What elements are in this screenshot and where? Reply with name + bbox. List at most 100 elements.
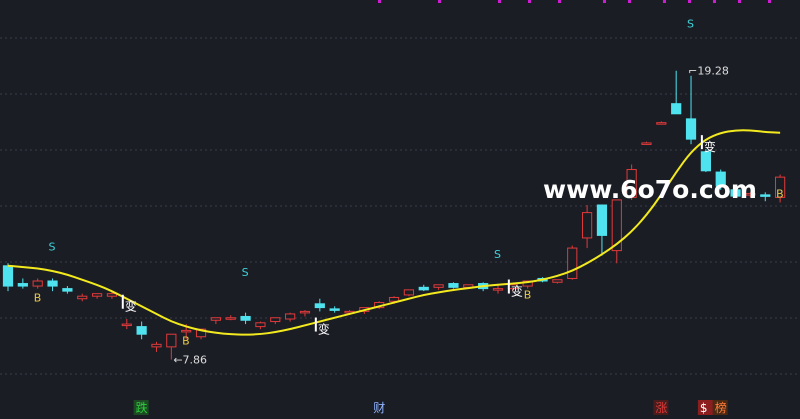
sell-signal: S [494,248,501,261]
candle [47,278,58,292]
candle [299,310,311,317]
candle-body [418,286,429,291]
buy-signal: B [524,289,532,302]
candle [17,278,28,289]
sell-signal: S [687,18,694,31]
candle [225,315,236,321]
top-tick [498,0,501,3]
candle [151,341,162,352]
bottom-marker-label: 榜 [715,400,727,415]
candle [285,312,296,322]
top-tick [738,0,741,3]
candle-body [240,315,251,321]
top-tick [558,0,561,3]
top-tick [528,0,531,3]
change-marker-label: 变 [511,284,523,299]
candle-body [47,280,58,287]
bottom-marker: 涨 [653,400,669,415]
candle-body [567,247,578,279]
bottom-marker: 财 [373,401,385,415]
candle [656,121,667,125]
candle-body [225,317,236,320]
candle-body [166,333,177,348]
candle [611,199,622,264]
bottom-marker: 榜 [712,400,728,415]
candle [240,312,251,325]
sell-signal: S [49,241,56,254]
candle [136,321,147,340]
candle [685,75,697,145]
candle [62,286,73,294]
buy-signal: B [182,334,190,347]
candle-body [62,288,73,292]
gridlines [0,37,800,375]
candle-body [492,288,504,291]
top-tick [688,0,691,3]
candle-body [136,326,147,335]
candle-body [151,343,162,348]
candle-body [314,303,325,309]
change-marker-label: 变 [318,322,330,337]
change-marker-label: 变 [704,139,716,154]
candle [581,205,593,249]
candle [329,306,340,313]
candle [314,298,325,312]
candle-body [255,322,266,328]
top-tick [768,0,771,3]
low-price-label: ←7.86 [173,354,207,367]
candle [403,289,415,297]
candle-body [17,283,28,287]
candle-body [210,317,221,321]
candle-body [403,289,415,296]
bottom-marker-label: 涨 [655,400,667,415]
candle-body [299,310,311,314]
candle-body [671,103,682,115]
candle [760,192,771,202]
top-tick [438,0,441,3]
candle-body [552,279,563,283]
top-tick [663,0,666,3]
candle-body [596,204,608,236]
candle [255,321,266,330]
candlestick-chart[interactable]: SBSBSBSB 变变变变 ⌐19.28 ←7.86 跌财涨 $ 榜 www.6o7… [0,0,800,419]
candle-body [77,295,88,300]
candle-body [181,329,192,333]
candle-body [433,284,444,288]
candle-body [760,194,771,197]
top-tick [378,0,381,3]
top-tick [713,0,716,3]
candle-body [2,265,14,287]
buy-signal: B [776,187,784,200]
bottom-marker-label: 财 [373,401,385,415]
candle-body [91,293,103,297]
candle [552,279,563,284]
bottom-markers: 跌 财 涨 $ 榜 [133,400,728,415]
top-tick [628,0,631,3]
candle [418,284,429,292]
candle [270,317,281,325]
candle [448,282,459,289]
candle [596,204,608,256]
candle [210,317,221,325]
buy-signal: B [34,291,42,304]
bottom-marker-label: $ [700,401,708,415]
top-tick-marks [378,0,771,3]
candle [641,141,652,145]
sell-signal: S [242,266,249,279]
candle [91,293,103,299]
candle [671,70,682,115]
bottom-marker: $ [697,400,713,415]
candle-body [641,142,652,145]
candles [2,70,786,360]
watermark: www.6o7o.com [543,175,757,204]
candle-body [270,317,281,323]
candle-body [106,293,118,297]
candle [32,278,43,289]
candle-body [448,283,459,288]
bottom-marker: 跌 [133,400,149,415]
candle-body [32,280,43,287]
high-price-label: ⌐19.28 [688,65,729,78]
candle-body [656,122,667,125]
candle [433,284,444,290]
candle-body [285,313,296,320]
